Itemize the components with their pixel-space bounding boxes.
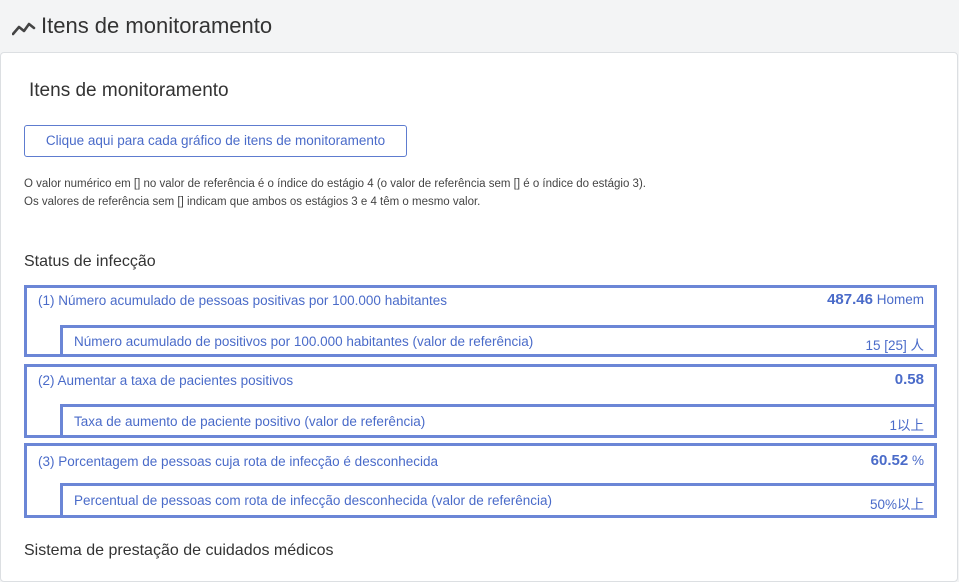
item-value-number: 60.52 — [870, 452, 909, 469]
infection-item-1-reference: Número acumulado de positivos por 100.00… — [60, 325, 937, 357]
item-value-number: 487.46 — [827, 291, 873, 308]
reference-note-line-2: Os valores de referência sem [] indicam … — [24, 196, 481, 208]
reference-note-line-1: O valor numérico em [] no valor de refer… — [24, 178, 646, 190]
page-title: Itens de monitoramento — [41, 13, 273, 38]
reference-value: 1以上 — [889, 418, 924, 433]
item-label: (1) Número acumulado de pessoas positiva… — [38, 293, 447, 308]
reference-label: Taxa de aumento de paciente positivo (va… — [74, 414, 426, 429]
infection-status-heading: Status de infecção — [24, 253, 156, 270]
medical-care-heading: Sistema de prestação de cuidados médicos — [24, 542, 334, 559]
item-value: 60.52 % — [871, 452, 924, 469]
reference-label: Percentual de pessoas com rota de infecç… — [74, 493, 553, 508]
infection-item-2-reference: Taxa de aumento de paciente positivo (va… — [60, 404, 937, 438]
page-header: Itens de monitoramento — [0, 0, 959, 52]
monitoring-card: Itens de monitoramento Clique aqui para … — [0, 52, 958, 582]
trend-line-icon — [12, 22, 36, 36]
item-label: (2) Aumentar a taxa de pacientes positiv… — [38, 373, 294, 388]
reference-value: 15 [25] 人 — [865, 338, 924, 353]
infection-item-3-reference: Percentual de pessoas com rota de infecç… — [60, 483, 937, 518]
chart-button[interactable]: Clique aqui para cada gráfico de itens d… — [24, 125, 407, 157]
reference-value: 50%以上 — [869, 497, 924, 512]
item-value-number: 0.58 — [894, 371, 924, 388]
item-value-unit: Homem — [876, 292, 924, 307]
item-label: (3) Porcentagem de pessoas cuja rota de … — [38, 454, 438, 469]
reference-label: Número acumulado de positivos por 100.00… — [74, 334, 534, 349]
item-value-unit: % — [911, 453, 924, 468]
item-value: 0.58 — [895, 371, 924, 388]
item-value: 487.46 Homem — [827, 291, 924, 308]
card-title: Itens de monitoramento — [29, 80, 229, 101]
